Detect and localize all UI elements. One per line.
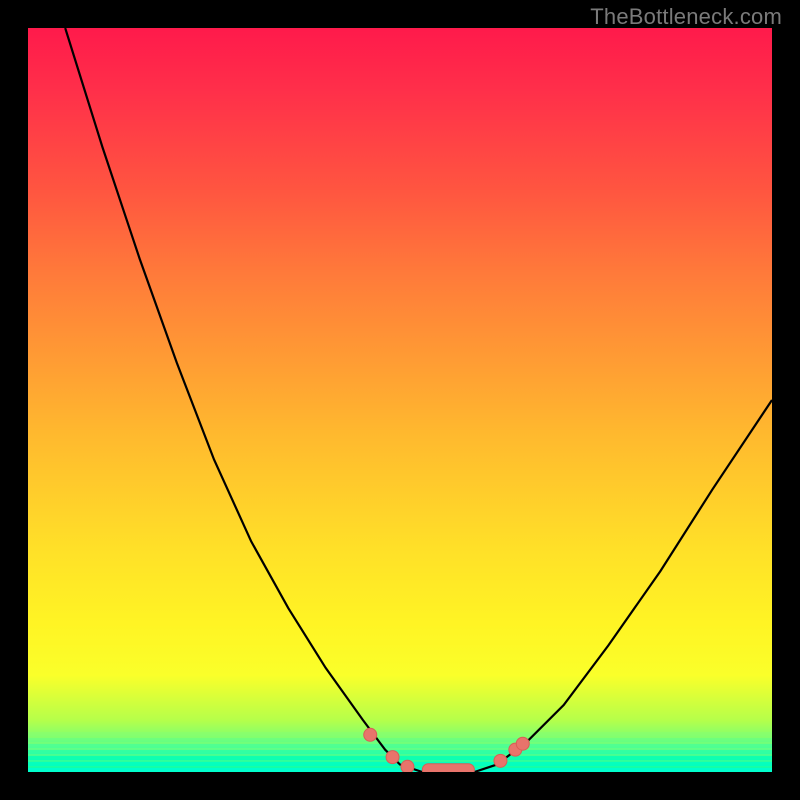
- chart-area: [28, 28, 772, 772]
- curve-marker-dot: [516, 737, 529, 750]
- watermark-text: TheBottleneck.com: [590, 4, 782, 30]
- curve-marker-dot: [364, 728, 377, 741]
- chart-svg: [28, 28, 772, 772]
- bottleneck-curve: [65, 28, 772, 772]
- curve-marker-dot: [401, 760, 414, 772]
- bottom-flat-segment: [422, 764, 474, 772]
- curve-marker-dot: [494, 754, 507, 767]
- curve-marker-dot: [386, 751, 399, 764]
